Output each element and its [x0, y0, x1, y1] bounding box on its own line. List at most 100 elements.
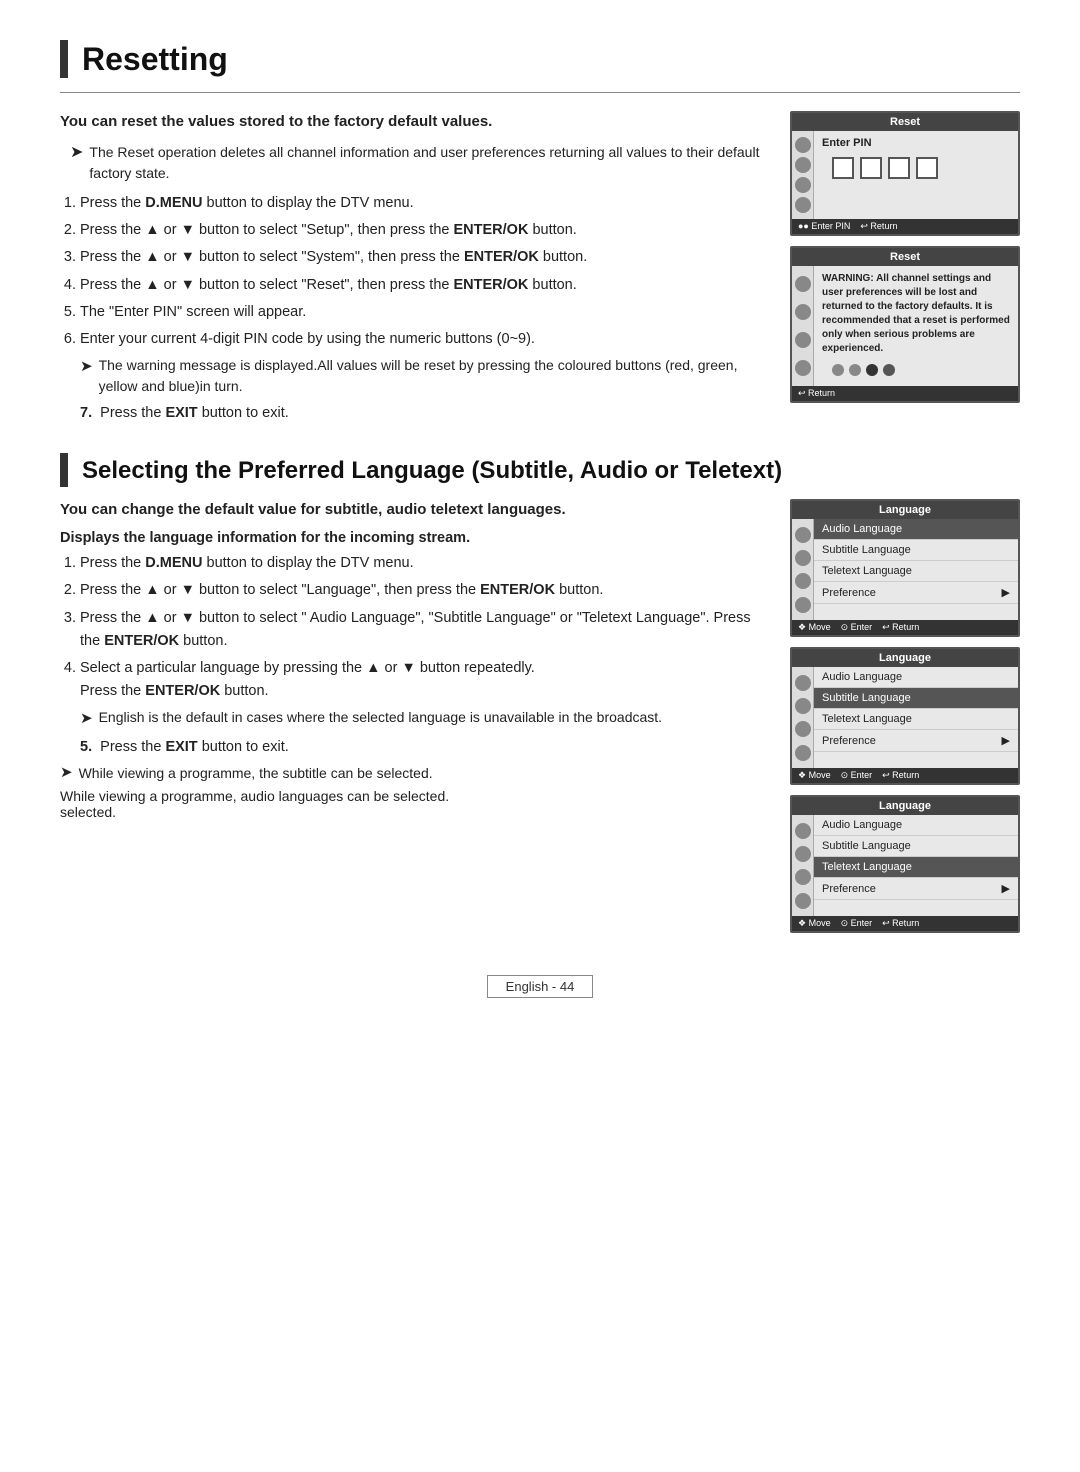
reset-screen2-content: WARNING: All channel settings and user p… [814, 266, 1018, 386]
resetting-step2: Press the ▲ or ▼ button to select "Setup… [80, 219, 760, 242]
lang-menu2: Audio Language Subtitle Language Teletex… [814, 667, 1018, 768]
lang-screen1: Language Audio Language Subtitle Languag… [790, 499, 1020, 637]
footer-move2: ❖ Move [798, 770, 831, 781]
page-footer: English - 44 [60, 965, 1020, 998]
licon3-3 [795, 869, 811, 885]
lang-step2: Press the ▲ or ▼ button to select "Langu… [80, 579, 760, 602]
licon3 [795, 573, 811, 589]
lang-screen1-title: Language [792, 501, 1018, 519]
lang-step4-tip: English is the default in cases where th… [99, 707, 662, 731]
footer-move1: ❖ Move [798, 622, 831, 633]
menu-subtitle-lang3: Subtitle Language [814, 836, 1018, 857]
icon3 [795, 332, 811, 348]
lang-step4: Select a particular language by pressing… [80, 657, 760, 731]
note1-arrow-icon: ➤ [60, 763, 73, 784]
lang-note1-text: While viewing a programme, the subtitle … [79, 763, 433, 784]
lang-screen2-body-wrap: Audio Language Subtitle Language Teletex… [792, 667, 1018, 768]
language-steps: Press the D.MENU button to display the D… [60, 552, 760, 731]
resetting-step5: The "Enter PIN" screen will appear. [80, 301, 760, 324]
pin-row [832, 157, 1010, 179]
menu-audio-lang2: Audio Language [814, 667, 1018, 688]
icon1 [795, 137, 811, 153]
licon2-2 [795, 698, 811, 714]
pin-box4 [916, 157, 938, 179]
lang-screen3: Language Audio Language Subtitle Languag… [790, 795, 1020, 933]
footer-enter1: ⊙ Enter [841, 622, 873, 633]
lang-note2b: selected. [60, 804, 760, 820]
lang-screen2-footer: ❖ Move ⊙ Enter ↩ Return [792, 768, 1018, 783]
dot-dark [866, 364, 878, 376]
lang-screen1-icons [792, 519, 814, 620]
reset-screen1-content: Enter PIN [814, 131, 1018, 219]
lang-step3: Press the ▲ or ▼ button to select " Audi… [80, 607, 760, 653]
licon2-4 [795, 745, 811, 761]
language-screens: Language Audio Language Subtitle Languag… [790, 499, 1020, 933]
icon2 [795, 304, 811, 320]
lang-screen3-title: Language [792, 797, 1018, 815]
resetting-step4: Press the ▲ or ▼ button to select "Reset… [80, 274, 760, 297]
menu-audio-lang3: Audio Language [814, 815, 1018, 836]
icon1 [795, 276, 811, 292]
licon2 [795, 550, 811, 566]
menu-spacer1 [814, 604, 1018, 620]
footer-enter2: ⊙ Enter [841, 770, 873, 781]
reset-screen2-icons [792, 266, 814, 386]
footer-enter-pin: ●● Enter PIN [798, 221, 850, 232]
reset-screen2-body-wrap: WARNING: All channel settings and user p… [792, 266, 1018, 386]
footer-enter3: ⊙ Enter [841, 918, 873, 929]
lang-menu1: Audio Language Subtitle Language Teletex… [814, 519, 1018, 620]
menu-spacer2 [814, 752, 1018, 768]
reset-screen1: Reset Enter PIN [790, 111, 1020, 236]
menu-teletext-lang3: Teletext Language [814, 857, 1018, 878]
icon4 [795, 360, 811, 376]
language-display-label: Displays the language information for th… [60, 530, 760, 546]
step4-arrow-icon: ➤ [80, 707, 93, 731]
reset-screen2-title: Reset [792, 248, 1018, 266]
resetting-screens: Reset Enter PIN [790, 111, 1020, 421]
resetting-step6-note: The warning message is displayed.All val… [99, 355, 760, 397]
icon2 [795, 157, 811, 173]
reset-screen2: Reset WARNING: All channel settings and … [790, 246, 1020, 403]
color-dots-row [832, 364, 1010, 376]
resetting-section: Resetting You can reset the values store… [60, 40, 1020, 421]
lang-screen3-footer: ❖ Move ⊙ Enter ↩ Return [792, 916, 1018, 931]
lang-step5: 5. Press the EXIT button to exit. [80, 739, 760, 755]
lang-note2: While viewing a programme, audio languag… [60, 788, 760, 804]
language-body: You can change the default value for sub… [60, 499, 1020, 933]
menu-pref1: Preference ▶ [814, 582, 1018, 604]
menu-pref3: Preference ▶ [814, 878, 1018, 900]
lang-menu3: Audio Language Subtitle Language Teletex… [814, 815, 1018, 916]
resetting-note1-text: The Reset operation deletes all channel … [89, 142, 760, 184]
lang-screen1-body-wrap: Audio Language Subtitle Language Teletex… [792, 519, 1018, 620]
icon4 [795, 197, 811, 213]
resetting-title: Resetting [82, 41, 228, 78]
menu-teletext-lang2: Teletext Language [814, 709, 1018, 730]
heading-bar [60, 40, 68, 78]
footer-return1: ↩ Return [860, 221, 897, 232]
language-heading: Selecting the Preferred Language (Subtit… [60, 453, 1020, 487]
footer-return2: ↩ Return [798, 388, 835, 399]
reset-screen1-title: Reset [792, 113, 1018, 131]
reset-screen1-icons [792, 131, 814, 219]
dot-grey2 [849, 364, 861, 376]
footer-return-l2: ↩ Return [882, 770, 919, 781]
pin-box2 [860, 157, 882, 179]
resetting-step7: 7. Press the EXIT button to exit. [80, 405, 760, 421]
resetting-step3: Press the ▲ or ▼ button to select "Syste… [80, 246, 760, 269]
reset-screen1-footer: ●● Enter PIN ↩ Return [792, 219, 1018, 234]
menu-spacer3 [814, 900, 1018, 916]
lang-note1: ➤ While viewing a programme, the subtitl… [60, 763, 760, 784]
licon2-1 [795, 675, 811, 691]
menu-pref2: Preference ▶ [814, 730, 1018, 752]
lang-screen2-title: Language [792, 649, 1018, 667]
licon4 [795, 597, 811, 613]
licon3-4 [795, 893, 811, 909]
resetting-body: You can reset the values stored to the f… [60, 111, 1020, 421]
resetting-step6: Enter your current 4-digit PIN code by u… [80, 328, 760, 397]
lang-screen3-icons [792, 815, 814, 916]
resetting-note1: ➤ The Reset operation deletes all channe… [60, 142, 760, 184]
footer-return-l1: ↩ Return [882, 622, 919, 633]
resetting-heading: Resetting [60, 40, 1020, 78]
licon1 [795, 527, 811, 543]
menu-subtitle-lang1: Subtitle Language [814, 540, 1018, 561]
